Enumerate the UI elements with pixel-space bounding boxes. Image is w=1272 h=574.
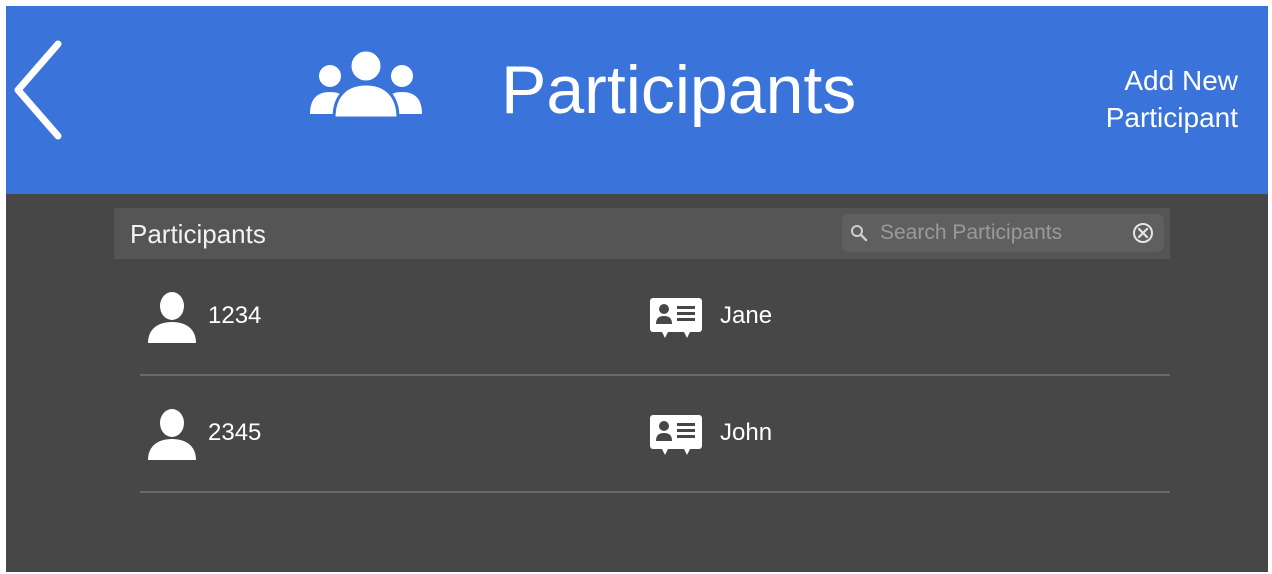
participant-row[interactable]: 2345 John	[140, 376, 1170, 493]
app-screen: Participants Add New Participant Partici…	[6, 6, 1268, 572]
add-new-participant-button[interactable]: Add New Participant	[1106, 62, 1238, 136]
page-title: Participants	[501, 52, 857, 128]
search-box	[842, 214, 1164, 252]
top-bar: Participants Add New Participant	[6, 6, 1268, 194]
participant-row[interactable]: 1234 Jane	[140, 259, 1170, 376]
participant-name: John	[720, 419, 773, 446]
id-card-icon	[650, 415, 702, 455]
person-icon	[148, 409, 196, 460]
back-button[interactable]	[10, 40, 66, 140]
chevron-left-icon	[14, 40, 62, 140]
participants-list-header: Participants	[114, 208, 1170, 259]
add-button-label-line2: Participant	[1105, 102, 1238, 133]
person-icon	[148, 292, 196, 343]
group-icon	[310, 48, 422, 118]
participant-id: 1234	[208, 302, 262, 329]
clear-circle-icon[interactable]	[1132, 222, 1154, 244]
participant-name: Jane	[720, 302, 773, 329]
search-input[interactable]	[880, 218, 1124, 248]
participant-list: 1234 Jane 2345 John	[140, 259, 1170, 493]
search-icon	[851, 225, 868, 242]
id-card-icon	[650, 298, 702, 338]
participant-id: 2345	[208, 419, 262, 446]
add-button-label-line1: Add New	[1124, 65, 1238, 96]
list-title: Participants	[130, 219, 266, 249]
